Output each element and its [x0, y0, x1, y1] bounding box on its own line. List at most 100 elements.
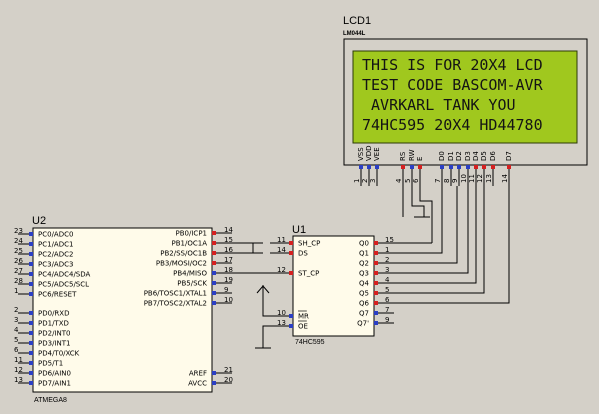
u1-pin-label: Q1: [359, 250, 369, 258]
u2-pin-label: PC3/ADC3: [38, 261, 73, 269]
lcd-pin-marker: [359, 165, 363, 169]
lcd-pin-marker: [457, 165, 461, 169]
u1-pin-label: DS: [298, 250, 308, 258]
u1-pin-number: 11: [277, 236, 286, 244]
u2-pin-number: 18: [224, 266, 233, 274]
u2-pin-marker: [212, 371, 216, 375]
u2-pin-marker: [212, 291, 216, 295]
lcd-module[interactable]: LCD1 LM044L THIS IS FOR 20X4 LCD TEST CO…: [343, 15, 588, 186]
u2-pin-marker: [29, 272, 33, 276]
u2-pin-number: 17: [224, 256, 233, 264]
u2-pin-marker: [29, 331, 33, 335]
u2-pin-number: 20: [224, 376, 233, 384]
u1-pin-label: MR: [298, 313, 309, 321]
u1-pin-marker: [374, 281, 378, 285]
u1-pin-label: Q3: [359, 270, 369, 278]
u2-pin-number: 5: [14, 336, 18, 344]
lcd-pin-label: RW: [408, 149, 416, 161]
u1-pin-marker: [374, 321, 378, 325]
lcd-pin-number: 2: [361, 179, 369, 183]
u2-pin-label: PB4/MISO: [173, 270, 207, 278]
u1-pin-label: Q6: [359, 300, 370, 308]
lcd-model-label: LM044L: [343, 31, 366, 37]
u1-pin-label: ST_CP: [298, 270, 319, 278]
wire-q5: [394, 186, 485, 294]
lcd-pin-label: D4: [472, 151, 480, 161]
u2-pin-number: 9: [224, 286, 228, 294]
u2-pin-label: PD1/TXD: [38, 320, 69, 328]
u2-pin-number: 11: [14, 356, 23, 364]
u2-pin-marker: [29, 381, 33, 385]
wire-oe-gnd: [262, 325, 270, 346]
u2-pin-label: AVCC: [188, 380, 207, 388]
lcd-ref-label: LCD1: [343, 15, 371, 27]
u2-pin-number: 15: [224, 236, 233, 244]
lcd-line-3: AVRKARL TANK YOU: [362, 96, 516, 114]
lcd-pin-number: 13: [485, 174, 493, 183]
lcd-pin-marker: [418, 165, 422, 169]
lcd-pin-number: 11: [468, 174, 476, 183]
u2-microcontroller[interactable]: U2 ATMEGA8 PC0/ADC023PC1/ADC124PC2/ADC22…: [14, 215, 233, 404]
lcd-pin-number: 6: [412, 178, 420, 183]
u2-pin-number: 27: [14, 267, 23, 275]
lcd-pin-label: VDD: [365, 145, 373, 161]
u1-pin-number: 1: [385, 246, 389, 254]
lcd-pin-marker: [474, 165, 478, 169]
u2-pin-marker: [212, 241, 216, 245]
lcd-pin-label: RS: [399, 151, 407, 161]
u1-pin-label: Q7': [357, 320, 369, 328]
u2-pin-label: PC5/ADC5/SCL: [38, 281, 89, 289]
u2-pin-marker: [212, 261, 216, 265]
lcd-pin-label: D1: [447, 151, 455, 161]
wire-q6: [394, 186, 510, 304]
lcd-pin-marker: [507, 165, 511, 169]
lcd-pin-number: 5: [404, 179, 412, 183]
u2-pin-label: PD7/AIN1: [38, 380, 71, 388]
wire-lcd-e: [419, 186, 433, 243]
u2-pin-number: 1: [14, 287, 18, 295]
u2-pin-label: PD4/T0/XCK: [38, 350, 80, 358]
lcd-pin-marker: [449, 165, 453, 169]
u1-pin-marker: [289, 271, 293, 275]
lcd-pin-marker: [401, 165, 405, 169]
u2-pin-marker: [212, 301, 216, 305]
lcd-pin-marker: [440, 165, 444, 169]
lcd-line-1: THIS IS FOR 20X4 LCD: [362, 56, 543, 74]
wire-q4: [394, 186, 477, 284]
u1-pin-marker: [374, 291, 378, 295]
ground-icon: [255, 346, 271, 349]
lcd-pin-marker: [466, 165, 470, 169]
u2-pin-number: 14: [224, 226, 233, 234]
u1-pin-label: Q5: [359, 290, 369, 298]
wire-vcc-mr: [262, 290, 270, 317]
u2-pin-marker: [29, 351, 33, 355]
lcd-pin-marker: [491, 165, 495, 169]
u2-pin-label: PB7/TOSC2/XTAL2: [144, 300, 207, 308]
u2-pin-number: 28: [14, 277, 23, 285]
u1-pin-number: 9: [385, 316, 389, 324]
lcd-pin-number: 9: [451, 179, 459, 183]
u2-pin-number: 19: [224, 276, 233, 284]
lcd-pin-number: 8: [443, 179, 451, 183]
u2-pin-label: PB2/SS/OC1B: [160, 250, 207, 258]
lcd-pin-marker: [375, 165, 379, 169]
u2-pin-number: 25: [14, 247, 23, 255]
u2-pin-marker: [29, 282, 33, 286]
lcd-pin-marker: [482, 165, 486, 169]
lcd-line-4: 74HC595 20X4 HD44780: [362, 116, 543, 134]
u2-pin-label: PB5/SCK: [177, 280, 207, 288]
u1-ref-label: U1: [292, 224, 306, 236]
u2-pin-marker: [29, 321, 33, 325]
u2-pin-label: PC6/RESET: [38, 291, 77, 299]
u2-pin-label: PC1/ADC1: [38, 241, 73, 249]
u1-pin-number: 12: [277, 266, 286, 274]
u2-pin-label: PD2/INT0: [38, 330, 70, 338]
u1-shift-register[interactable]: U1 74HC595 SH_CP11DS14ST_CP12MR10OE13Q0 1…: [270, 224, 394, 346]
u1-pin-label: Q4: [359, 280, 370, 288]
u1-pin-number: 6: [385, 296, 390, 304]
u2-ref-label: U2: [32, 215, 46, 227]
u2-pin-label: PB0/ICP1: [176, 230, 207, 238]
u2-pin-marker: [29, 311, 33, 315]
u2-pin-label: PC2/ADC2: [38, 251, 73, 259]
u1-pin-label: OE: [298, 323, 308, 331]
